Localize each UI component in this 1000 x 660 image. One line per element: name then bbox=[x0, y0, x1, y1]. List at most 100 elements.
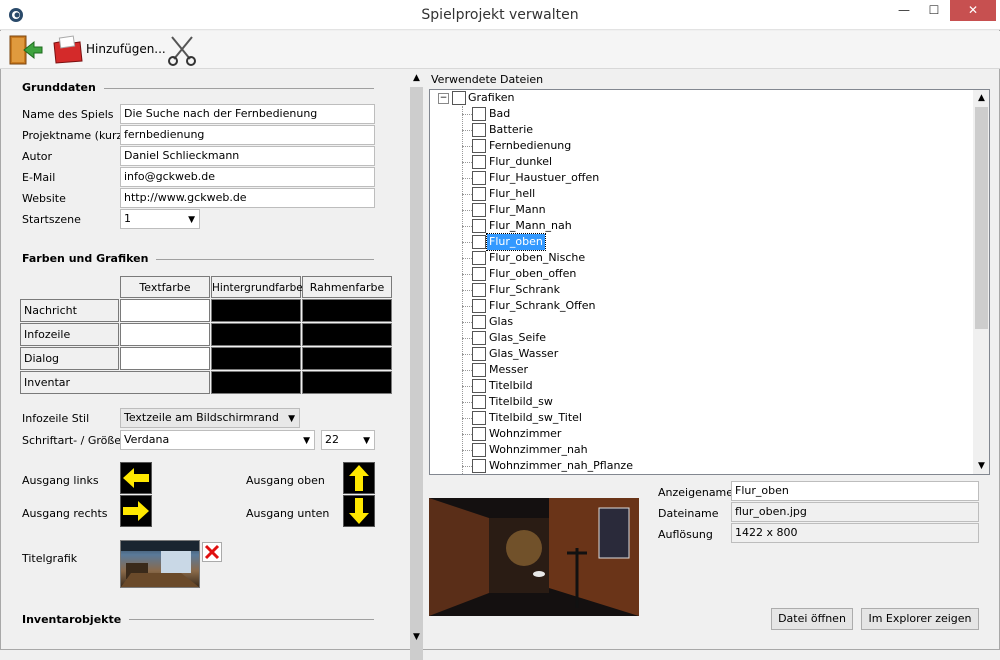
collapse-icon[interactable]: − bbox=[438, 93, 449, 104]
label-ausgang-rechts: Ausgang rechts bbox=[22, 507, 108, 520]
tree-item-label: Flur_oben bbox=[486, 233, 546, 251]
checkbox[interactable] bbox=[472, 363, 486, 377]
anzeigename-input[interactable]: Flur_oben bbox=[731, 481, 979, 501]
tree-item-label: Flur_Mann bbox=[489, 203, 546, 216]
checkbox[interactable] bbox=[472, 283, 486, 297]
checkbox[interactable] bbox=[472, 427, 486, 441]
section-title-grunddaten: Grunddaten bbox=[22, 81, 104, 94]
left-panel-scrollbar[interactable]: ▲ ▼ bbox=[408, 70, 425, 660]
tree-connector bbox=[462, 354, 472, 355]
checkbox[interactable] bbox=[472, 315, 486, 329]
infozeile-stil-select[interactable]: Textzeile am Bildschirmrand ▼ bbox=[120, 408, 300, 428]
scroll-down-icon[interactable]: ▼ bbox=[973, 458, 989, 474]
checkbox[interactable] bbox=[472, 299, 486, 313]
scissors-icon bbox=[168, 36, 196, 66]
checkbox[interactable] bbox=[472, 107, 486, 121]
nachricht-textfarbe-swatch[interactable] bbox=[120, 299, 210, 322]
checkbox[interactable] bbox=[472, 235, 486, 249]
arrow-down-icon bbox=[349, 498, 369, 524]
remove-titelgrafik-button[interactable] bbox=[202, 542, 222, 562]
schriftgroesse-select[interactable]: 22 ▼ bbox=[321, 430, 375, 450]
schriftgroesse-value: 22 bbox=[325, 433, 339, 446]
inventar-hintergrund-swatch[interactable] bbox=[211, 371, 301, 394]
dialog-hintergrund-swatch[interactable] bbox=[211, 347, 301, 370]
email-input[interactable]: info@gckweb.de bbox=[120, 167, 375, 187]
tree-connector bbox=[462, 306, 472, 307]
ausgang-links-button[interactable] bbox=[120, 462, 152, 494]
scroll-thumb[interactable] bbox=[410, 87, 423, 660]
exit-button[interactable] bbox=[8, 33, 44, 67]
schriftart-select[interactable]: Verdana ▼ bbox=[120, 430, 315, 450]
checkbox[interactable] bbox=[472, 123, 486, 137]
checkbox[interactable] bbox=[472, 251, 486, 265]
tree-item-label: Wohnzimmer_nah bbox=[489, 443, 588, 456]
checkbox[interactable] bbox=[472, 395, 486, 409]
checkbox[interactable] bbox=[472, 411, 486, 425]
checkbox[interactable] bbox=[472, 459, 486, 473]
add-button-label: Hinzufügen... bbox=[86, 42, 166, 56]
checkbox[interactable] bbox=[472, 347, 486, 361]
checkbox[interactable] bbox=[472, 139, 486, 153]
chevron-down-icon: ▼ bbox=[188, 215, 195, 225]
label-website: Website bbox=[22, 192, 66, 205]
tree-connector bbox=[462, 130, 472, 131]
checkbox[interactable] bbox=[472, 379, 486, 393]
cut-button[interactable] bbox=[166, 33, 198, 67]
nachricht-rahmen-swatch[interactable] bbox=[302, 299, 392, 322]
close-button[interactable]: ✕ bbox=[950, 0, 996, 21]
autor-input[interactable]: Daniel Schlieckmann bbox=[120, 146, 375, 166]
toolbar: Hinzufügen... bbox=[0, 31, 1000, 69]
tree-connector bbox=[462, 146, 472, 147]
infozeile-rahmen-swatch[interactable] bbox=[302, 323, 392, 346]
ausgang-rechts-button[interactable] bbox=[120, 495, 152, 527]
tree-item-label: Flur_oben_Nische bbox=[489, 251, 586, 264]
nachricht-hintergrund-swatch[interactable] bbox=[211, 299, 301, 322]
projektname-input[interactable]: fernbedienung bbox=[120, 125, 375, 145]
file-tree[interactable]: − Grafiken Bad Batterie Fernbedienung Flur_… bbox=[429, 89, 990, 475]
checkbox[interactable] bbox=[452, 91, 466, 105]
row-nachricht: Nachricht bbox=[20, 299, 119, 322]
infozeile-textfarbe-swatch[interactable] bbox=[120, 323, 210, 346]
checkbox[interactable] bbox=[472, 443, 486, 457]
tree-connector bbox=[462, 274, 472, 275]
scroll-up-icon[interactable]: ▲ bbox=[408, 70, 425, 86]
checkbox[interactable] bbox=[472, 267, 486, 281]
checkbox[interactable] bbox=[472, 331, 486, 345]
tree-connector bbox=[462, 418, 472, 419]
infozeile-hintergrund-swatch[interactable] bbox=[211, 323, 301, 346]
tree-item-label: Glas bbox=[489, 315, 514, 328]
delete-x-icon bbox=[204, 544, 220, 560]
name-des-spiels-input[interactable]: Die Suche nach der Fernbedienung bbox=[120, 104, 375, 124]
checkbox[interactable] bbox=[472, 187, 486, 201]
startszene-select[interactable]: 1 ▼ bbox=[120, 209, 200, 229]
im-explorer-zeigen-button[interactable]: Im Explorer zeigen bbox=[861, 608, 979, 630]
ausgang-unten-button[interactable] bbox=[343, 495, 375, 527]
datei-oeffnen-button[interactable]: Datei öffnen bbox=[771, 608, 853, 630]
tree-scrollbar[interactable]: ▲ ▼ bbox=[973, 90, 989, 474]
scroll-up-icon[interactable]: ▲ bbox=[973, 90, 989, 106]
ausgang-oben-button[interactable] bbox=[343, 462, 375, 494]
inventar-rahmen-swatch[interactable] bbox=[302, 371, 392, 394]
tree-item-label: Flur_Haustuer_offen bbox=[489, 171, 600, 184]
checkbox[interactable] bbox=[472, 219, 486, 233]
tree-item-label: Fernbedienung bbox=[489, 139, 572, 152]
titelgrafik-thumbnail[interactable] bbox=[120, 540, 200, 588]
tree-connector bbox=[462, 258, 472, 259]
dialog-rahmen-swatch[interactable] bbox=[302, 347, 392, 370]
scroll-thumb[interactable] bbox=[975, 107, 988, 329]
app-icon bbox=[9, 8, 23, 22]
header-rahmenfarbe: Rahmenfarbe bbox=[302, 276, 392, 298]
label-titelgrafik: Titelgrafik bbox=[22, 552, 78, 565]
tree-item-label: Titelbild_sw_Titel bbox=[489, 411, 582, 424]
tree-guide-line bbox=[462, 106, 463, 474]
checkbox[interactable] bbox=[472, 203, 486, 217]
maximize-button[interactable]: ☐ bbox=[920, 0, 948, 21]
website-input[interactable]: http://www.gckweb.de bbox=[120, 188, 375, 208]
add-button[interactable]: Hinzufügen... bbox=[52, 33, 166, 67]
checkbox[interactable] bbox=[472, 171, 486, 185]
checkbox[interactable] bbox=[472, 155, 486, 169]
tree-connector bbox=[462, 322, 472, 323]
minimize-button[interactable]: — bbox=[890, 0, 918, 21]
scroll-down-icon[interactable]: ▼ bbox=[408, 629, 425, 645]
dialog-textfarbe-swatch[interactable] bbox=[120, 347, 210, 370]
